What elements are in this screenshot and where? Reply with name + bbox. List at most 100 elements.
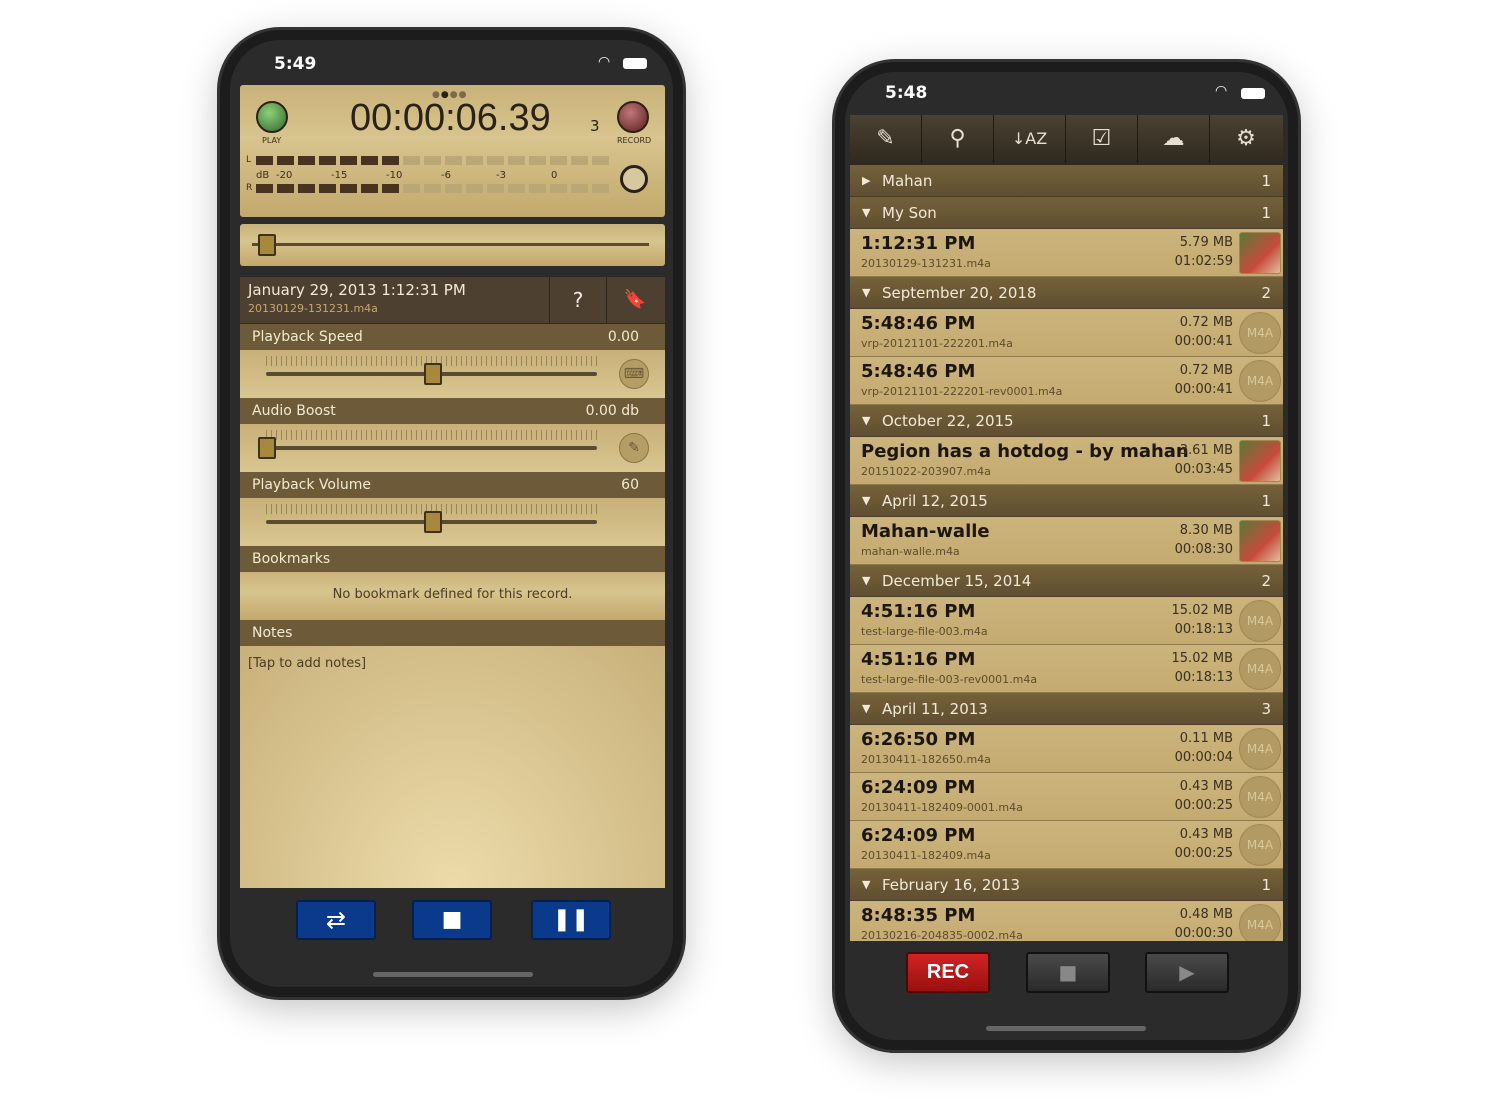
level-segment xyxy=(445,156,462,165)
level-segment xyxy=(361,184,378,193)
bookmark-icon[interactable]: 🔖 xyxy=(620,277,650,323)
item-size: 3.61 MB xyxy=(1179,443,1233,458)
home-indicator[interactable] xyxy=(373,972,533,977)
item-duration: 00:00:25 xyxy=(1174,798,1233,813)
level-segment xyxy=(277,184,294,193)
volume-header: Playback Volume 60 xyxy=(240,472,665,498)
item-duration: 00:18:13 xyxy=(1174,622,1233,637)
shuffle-button[interactable]: ⇄ xyxy=(296,900,376,940)
level-segment xyxy=(340,184,357,193)
db-tick: -6 xyxy=(441,170,451,181)
keyboard-icon[interactable]: ⌨ xyxy=(619,359,649,389)
item-file: 20130411-182409-0001.m4a xyxy=(861,801,1023,814)
gain-knob[interactable] xyxy=(620,165,648,193)
position-scrubber[interactable] xyxy=(240,224,665,266)
item-duration: 00:08:30 xyxy=(1174,542,1233,557)
boost-slider[interactable]: ✎ xyxy=(240,424,665,472)
group-header[interactable]: ▼ My Son 1 xyxy=(850,197,1283,229)
volume-slider[interactable] xyxy=(240,498,665,546)
record-button[interactable] xyxy=(617,101,649,133)
group-name: Mahan xyxy=(882,171,933,190)
list-item[interactable]: 5:48:46 PM vrp-20121101-222201-rev0001.m4… xyxy=(850,357,1283,405)
stop-button-right[interactable]: ■ xyxy=(1026,952,1110,993)
group-name: December 15, 2014 xyxy=(882,571,1032,590)
group-header[interactable]: ▼ April 11, 2013 3 xyxy=(850,693,1283,725)
item-size: 5.79 MB xyxy=(1179,235,1233,250)
left-channel-label: L xyxy=(246,155,252,165)
volume-label: Playback Volume xyxy=(252,477,371,493)
speed-thumb[interactable] xyxy=(423,363,442,385)
list-item[interactable]: 8:48:35 PM 20130216-204835-0002.m4a 0.48 M… xyxy=(850,901,1283,941)
checkbox-icon[interactable]: ☑ xyxy=(1066,115,1138,163)
search-icon[interactable]: ⚲ xyxy=(922,115,994,163)
level-segment xyxy=(319,184,336,193)
m4a-icon: M4A xyxy=(1239,600,1281,642)
item-title: Mahan-walle xyxy=(861,521,990,542)
item-file: 20130411-182409.m4a xyxy=(861,849,991,862)
list-item[interactable]: 4:51:16 PM test-large-file-003-rev0001.m4… xyxy=(850,645,1283,693)
level-segment xyxy=(361,156,378,165)
pause-button[interactable]: ❚❚ xyxy=(531,900,611,940)
group-header[interactable]: ▼ December 15, 2014 2 xyxy=(850,565,1283,597)
status-time-right: 5:48 xyxy=(885,83,928,103)
status-time: 5:49 xyxy=(274,54,317,74)
group-header[interactable]: ▼ September 20, 2018 2 xyxy=(850,277,1283,309)
item-file: 20151022-203907.m4a xyxy=(861,465,991,478)
list-item[interactable]: Pegion has a hotdog - by mahan 20151022-2… xyxy=(850,437,1283,485)
level-segment xyxy=(424,156,441,165)
item-duration: 01:02:59 xyxy=(1174,254,1233,269)
cloud-icon[interactable]: ☁ xyxy=(1138,115,1210,163)
item-size: 8.30 MB xyxy=(1179,523,1233,538)
list-item[interactable]: 6:26:50 PM 20130411-182650.m4a 0.11 MB 00:0… xyxy=(850,725,1283,773)
m4a-icon: M4A xyxy=(1239,648,1281,690)
home-indicator[interactable] xyxy=(986,1026,1146,1031)
stop-button[interactable]: ■ xyxy=(412,900,492,940)
list-item[interactable]: Mahan-walle mahan-walle.m4a 8.30 MB 00:08:3… xyxy=(850,517,1283,565)
item-size: 0.43 MB xyxy=(1179,827,1233,842)
group-header[interactable]: ▼ April 12, 2015 1 xyxy=(850,485,1283,517)
right-level-bar xyxy=(256,184,614,193)
boost-label: Audio Boost xyxy=(252,403,336,419)
bookmarks-empty: No bookmark defined for this record. xyxy=(240,572,665,620)
volume-value: 60 xyxy=(621,477,639,493)
help-icon[interactable]: ? xyxy=(549,277,607,323)
item-size: 15.02 MB xyxy=(1171,651,1233,666)
item-size: 15.02 MB xyxy=(1171,603,1233,618)
list-item[interactable]: 6:24:09 PM 20130411-182409.m4a 0.43 MB 00:0… xyxy=(850,821,1283,869)
play-button[interactable] xyxy=(256,101,288,133)
item-title: 6:24:09 PM xyxy=(861,825,976,846)
group-header[interactable]: ▶ Mahan 1 xyxy=(850,165,1283,197)
rec-button[interactable]: REC xyxy=(906,952,990,993)
battery-icon xyxy=(623,58,647,69)
list-item[interactable]: 1:12:31 PM 20130129-131231.m4a 5.79 MB 01:0… xyxy=(850,229,1283,277)
edit-icon[interactable]: ✎ xyxy=(850,115,922,163)
play-label: PLAY xyxy=(262,136,282,145)
group-header[interactable]: ▼ February 16, 2013 1 xyxy=(850,869,1283,901)
level-segment xyxy=(508,156,525,165)
list-item[interactable]: 4:51:16 PM test-large-file-003.m4a 15.02 M… xyxy=(850,597,1283,645)
level-segment xyxy=(403,184,420,193)
gear-icon[interactable]: ⚙ xyxy=(1210,115,1282,163)
notes-field[interactable]: [Tap to add notes] xyxy=(240,646,665,888)
item-size: 0.72 MB xyxy=(1179,363,1233,378)
magic-wand-icon[interactable]: ✎ xyxy=(619,433,649,463)
boost-thumb[interactable] xyxy=(258,437,276,459)
sort-az-icon[interactable]: ↓AZ xyxy=(994,115,1066,163)
play-button-right[interactable]: ▶ xyxy=(1145,952,1229,993)
triangle-down-icon: ▼ xyxy=(862,574,871,587)
scrubber-thumb[interactable] xyxy=(257,234,276,256)
record-file: 20130129-131231.m4a xyxy=(248,302,378,315)
list-item[interactable]: 6:24:09 PM 20130411-182409-0001.m4a 0.43 M… xyxy=(850,773,1283,821)
triangle-down-icon: ▼ xyxy=(862,878,871,891)
m4a-icon: M4A xyxy=(1239,904,1281,941)
speed-slider[interactable]: ⌨ xyxy=(240,350,665,398)
thumbnail-photo xyxy=(1239,440,1281,482)
level-segment xyxy=(529,156,546,165)
db-tick: -10 xyxy=(386,170,403,181)
group-name: April 11, 2013 xyxy=(882,699,988,718)
volume-thumb[interactable] xyxy=(423,511,442,533)
list-item[interactable]: 5:48:46 PM vrp-20121101-222201.m4a 0.72 MB… xyxy=(850,309,1283,357)
left-level-bar xyxy=(256,156,614,165)
db-label: dB xyxy=(256,170,270,181)
group-header[interactable]: ▼ October 22, 2015 1 xyxy=(850,405,1283,437)
